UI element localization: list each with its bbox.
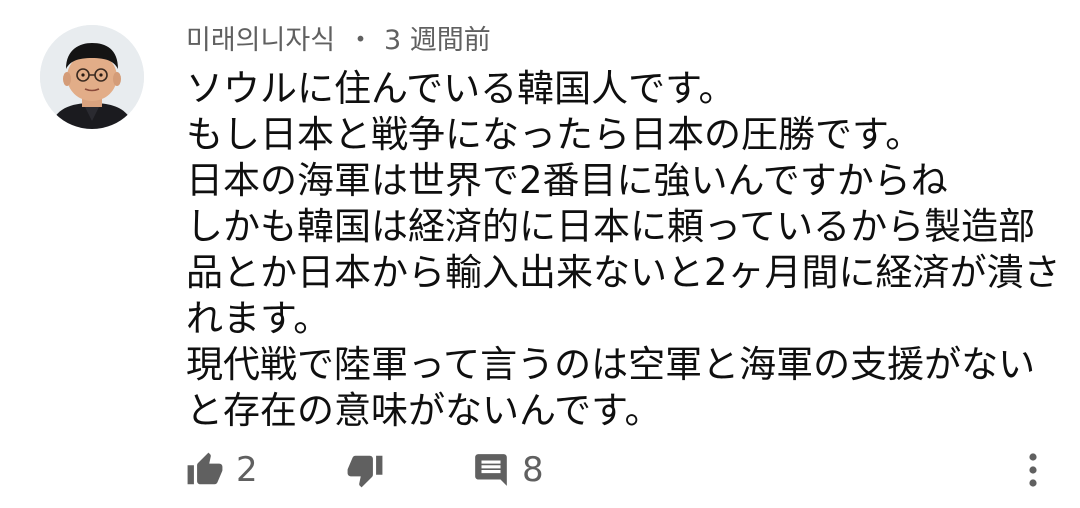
comment-thread: 미래의니자식 ・ 3 週間前 ソウルに住んでいる韓国人です。 もし日本と戦争になった… [0, 0, 1080, 508]
comment-body: 미래의니자식 ・ 3 週間前 ソウルに住んでいる韓国人です。 もし日本と戦争になった… [186, 20, 1061, 434]
more-vert-icon [1027, 450, 1039, 490]
thumbs-up-icon [186, 451, 224, 489]
comment-text: ソウルに住んでいる韓国人です。 もし日本と戦争になったら日本の圧勝です。 日本の… [186, 66, 1061, 434]
comment-text-line: 日本の海軍は世界で2番目に強いんですからね [186, 159, 948, 202]
comment-text-line: れます。 [186, 297, 331, 340]
like-count: 2 [236, 450, 258, 490]
header-separator: ・ [347, 25, 375, 56]
comment-text-line: ソウルに住んでいる韓国人です。 [186, 67, 736, 110]
comment-actions: 2 8 [186, 446, 1066, 494]
like-button[interactable]: 2 [186, 446, 258, 494]
comment-icon [472, 451, 510, 489]
author-name[interactable]: 미래의니자식 [186, 25, 335, 56]
thumbs-down-icon [346, 451, 384, 489]
comment-text-line: と存在の意味がないんです。 [186, 389, 662, 432]
comment-text-line: しかも韓国は経済的に日本に頼っているから製造部 [186, 205, 1036, 248]
dislike-button[interactable] [346, 446, 384, 494]
comment-text-line: 現代戦で陸軍って言うのは空軍と海軍の支援がない [186, 343, 1036, 386]
more-options-button[interactable] [1018, 446, 1048, 494]
reply-count: 8 [522, 450, 544, 490]
comment-header: 미래의니자식 ・ 3 週間前 [186, 20, 1056, 62]
comment-text-line: 品とか日本から輸入出来ないと2ヶ月間に経済が潰さ [186, 251, 1061, 294]
reply-button[interactable]: 8 [472, 446, 544, 494]
avatar[interactable] [40, 25, 144, 129]
comment-timestamp[interactable]: 3 週間前 [384, 25, 491, 56]
comment-text-line: もし日本と戦争になったら日本の圧勝です。 [186, 113, 923, 156]
avatar-image [40, 25, 144, 129]
